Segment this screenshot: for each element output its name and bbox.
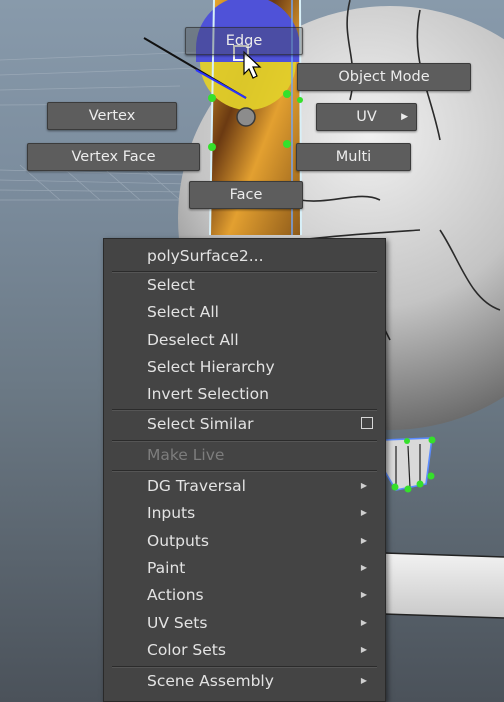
submenu-arrow-icon: ▶ [360,481,367,490]
menu-item-select-similar-label: Select Similar [147,415,254,433]
marking-menu-vertex-face[interactable]: Vertex Face [27,143,200,171]
3d-viewport[interactable]: Edge Object Mode Vertex UV ▶ Vertex Face… [0,0,504,702]
object-context-menu: polySurface2... Select Select All Desele… [103,238,386,702]
marking-menu-uv-label: UV [356,109,377,125]
menu-item-actions[interactable]: Actions ▶ [106,582,383,608]
marking-menu-uv[interactable]: UV ▶ [316,103,417,131]
menu-item-outputs-label: Outputs [147,532,209,550]
menu-item-deselect-all[interactable]: Deselect All [106,327,383,353]
menu-item-uv-sets[interactable]: UV Sets ▶ [106,610,383,636]
submenu-arrow-icon: ▶ [360,536,367,545]
menu-item-select[interactable]: Select [106,272,383,298]
menu-item-color-sets-label: Color Sets [147,641,226,659]
submenu-arrow-icon: ▶ [360,618,367,627]
marking-menu-face[interactable]: Face [189,181,303,209]
marking-menu-vertex[interactable]: Vertex [47,102,177,130]
submenu-arrow-icon: ▶ [401,112,408,122]
bar-mesh [384,553,504,618]
menu-item-dg-traversal[interactable]: DG Traversal ▶ [106,473,383,499]
menu-item-invert-selection[interactable]: Invert Selection [106,381,383,407]
marking-menu-center [236,107,256,127]
menu-object-title[interactable]: polySurface2... [106,243,383,269]
menu-item-select-all[interactable]: Select All [106,299,383,325]
menu-item-scene-assembly-label: Scene Assembly [147,672,274,690]
option-box-icon[interactable] [361,417,373,429]
menu-item-actions-label: Actions [147,586,204,604]
menu-item-dg-traversal-label: DG Traversal [147,477,246,495]
menu-item-paint-label: Paint [147,559,186,577]
menu-item-uv-sets-label: UV Sets [147,614,208,632]
menu-item-select-similar[interactable]: Select Similar [106,411,383,437]
menu-separator [112,470,377,472]
submenu-arrow-icon: ▶ [360,508,367,517]
menu-item-outputs[interactable]: Outputs ▶ [106,528,383,554]
submenu-arrow-icon: ▶ [360,590,367,599]
marking-menu-multi[interactable]: Multi [296,143,411,171]
menu-item-scene-assembly[interactable]: Scene Assembly ▶ [106,668,383,694]
menu-item-color-sets[interactable]: Color Sets ▶ [106,637,383,663]
menu-item-inputs[interactable]: Inputs ▶ [106,500,383,526]
submenu-arrow-icon: ▶ [360,645,367,654]
small-object-mesh [383,436,436,493]
menu-item-paint[interactable]: Paint ▶ [106,555,383,581]
marking-menu-edge[interactable]: Edge [185,27,303,55]
menu-item-select-hierarchy[interactable]: Select Hierarchy [106,354,383,380]
menu-item-make-live: Make Live [147,446,225,464]
marking-menu-object-mode[interactable]: Object Mode [297,63,471,91]
submenu-arrow-icon: ▶ [360,563,367,572]
menu-item-inputs-label: Inputs [147,504,196,522]
submenu-arrow-icon: ▶ [360,676,367,685]
